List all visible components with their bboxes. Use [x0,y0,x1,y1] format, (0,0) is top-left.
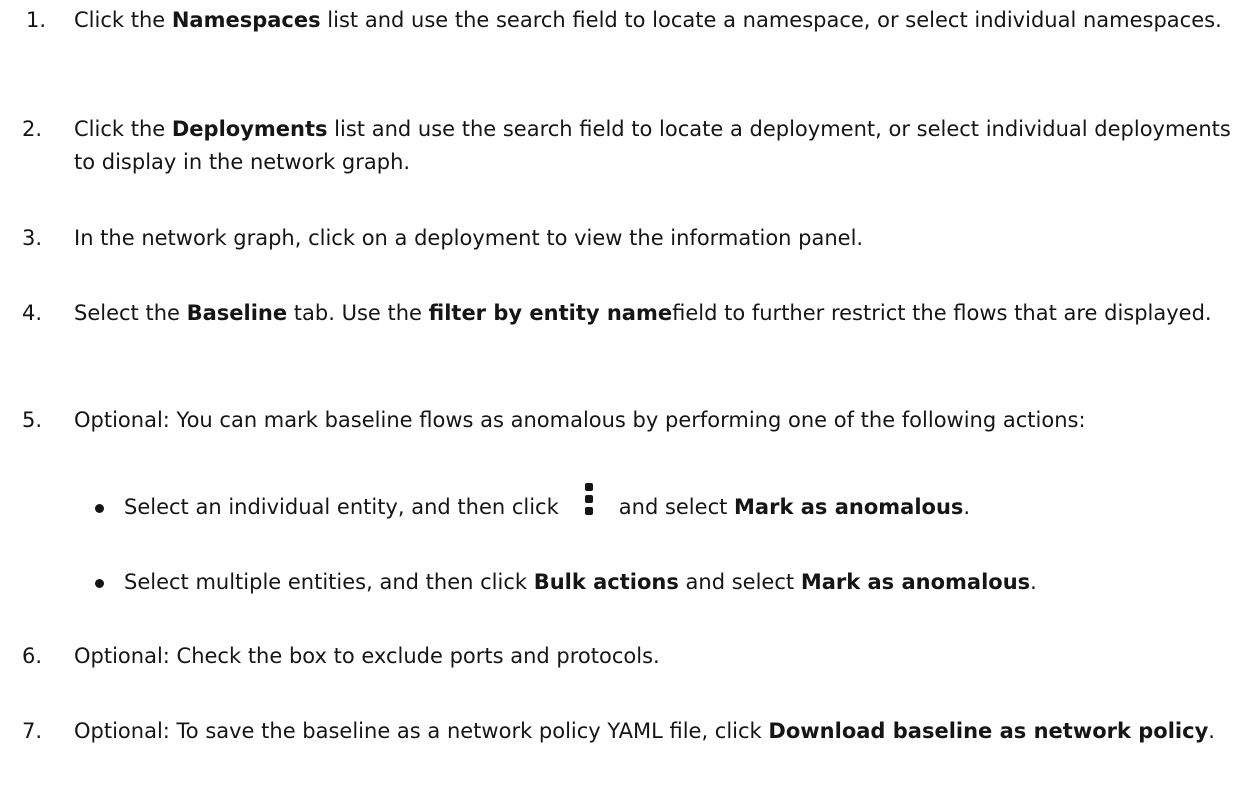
step-3: 3. In the network graph, click on a depl… [22,222,1237,255]
step-7: 7. Optional: To save the baseline as a n… [22,715,1237,748]
step-number: 4. [22,301,43,325]
step-number: 6. [22,644,43,668]
step-text: Click the Namespaces list and use the se… [74,8,1222,32]
bullet-icon [95,578,104,588]
substep-text: Select multiple entities, and then click… [124,570,1037,594]
step-5: 5. Optional: You can mark baseline flows… [22,404,1237,437]
ui-term: Download baseline as network policy [768,719,1209,743]
step-number: 7. [22,719,43,743]
step-4: 4. Select the Baseline tab. Use the filt… [22,297,1237,330]
ui-term: Namespaces [171,8,321,32]
ui-term: Baseline [186,301,288,325]
step-text: Select the Baseline tab. Use the filter … [74,301,1212,325]
step-text: Optional: To save the baseline as a netw… [74,719,1215,743]
ui-term: filter by entity name [428,301,673,325]
step-number: 3. [22,226,43,250]
step-1: 1. Click the Namespaces list and use the… [22,4,1237,37]
step-text: Optional: Check the box to exclude ports… [74,644,660,668]
bullet-icon [95,503,104,513]
step-text: Click the Deployments list and use the s… [74,117,1231,174]
substep-2: Select multiple entities, and then click… [95,566,1235,599]
step-2: 2. Click the Deployments list and use th… [22,113,1237,179]
step-number: 2. [22,117,43,141]
ui-term: Mark as anomalous [800,570,1031,594]
ui-term: Mark as anomalous [734,495,964,519]
procedure-steps: 1. Click the Namespaces list and use the… [0,0,1254,789]
ui-term: Deployments [171,117,328,141]
substep-text: Select an individual entity, and then cl… [124,482,1235,525]
substep-1: Select an individual entity, and then cl… [95,482,1235,525]
step-text: In the network graph, click on a deploym… [74,226,864,250]
step-number: 1. [26,8,47,32]
step-6: 6. Optional: Check the box to exclude po… [22,640,1237,673]
step-text: Optional: You can mark baseline flows as… [74,408,1086,432]
step-number: 5. [22,408,43,432]
kebab-menu-icon [559,482,619,525]
ui-term: Bulk actions [533,570,679,594]
